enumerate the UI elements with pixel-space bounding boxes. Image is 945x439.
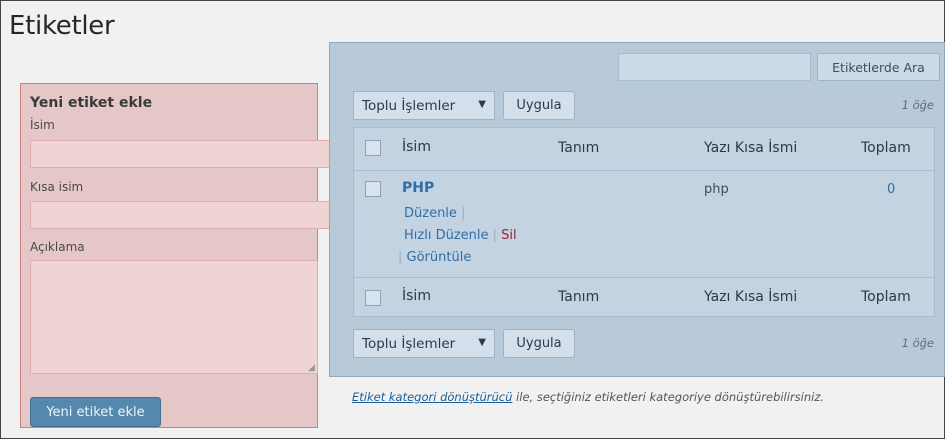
slug-input[interactable] — [30, 201, 330, 229]
description-textarea[interactable] — [30, 260, 318, 374]
resize-grip-icon[interactable]: ◢ — [308, 364, 315, 373]
tags-page: Etiketler Yeni etiket ekle İsim Kısa isi… — [0, 0, 945, 439]
edit-link[interactable]: Düzenle — [404, 206, 457, 221]
column-header-count[interactable]: Toplam — [861, 140, 911, 156]
column-header-description: Tanım — [558, 140, 600, 156]
row-actions-line-3: | Görüntüle — [398, 250, 471, 265]
view-link[interactable]: Görüntüle — [407, 250, 472, 265]
chevron-down-icon: ▼ — [478, 337, 486, 348]
select-all-checkbox-footer[interactable] — [365, 290, 381, 306]
chevron-down-icon: ▼ — [478, 99, 486, 110]
delete-link[interactable]: Sil — [501, 228, 516, 243]
bulk-actions-value: Toplu İşlemler — [362, 97, 456, 114]
select-all-checkbox[interactable] — [365, 140, 381, 156]
header-divider — [354, 170, 934, 171]
column-footer-count[interactable]: Toplam — [861, 289, 911, 305]
row-actions-line-1: Düzenle | — [404, 206, 465, 221]
page-title: Etiketler — [9, 11, 115, 41]
column-header-name[interactable]: İsim — [402, 139, 431, 155]
column-footer-slug[interactable]: Yazı Kısa İsmi — [704, 289, 797, 305]
bulk-actions-select-bottom[interactable]: Toplu İşlemler ▼ — [353, 329, 495, 358]
add-tag-heading: Yeni etiket ekle — [30, 95, 153, 111]
row-actions-line-2: Hızlı Düzenle | Sil — [404, 228, 517, 243]
search-input[interactable] — [618, 53, 811, 81]
column-footer-description: Tanım — [558, 289, 600, 305]
apply-button-top[interactable]: Uygula — [503, 91, 575, 120]
separator: | — [461, 206, 466, 221]
add-tag-button[interactable]: Yeni etiket ekle — [30, 397, 161, 427]
tag-count-link[interactable]: 0 — [887, 182, 895, 197]
bulk-actions-select-top[interactable]: Toplu İşlemler ▼ — [353, 91, 495, 120]
name-label: İsim — [30, 118, 55, 132]
separator: | — [492, 228, 502, 243]
tags-table: İsim Tanım Yazı Kısa İsmi Toplam PHP Düz… — [353, 127, 935, 317]
item-count-top: 1 öğe — [901, 98, 934, 112]
search-tags-button[interactable]: Etiketlerde Ara — [817, 53, 940, 81]
converter-note: Etiket kategori dönüştürücü ile, seçtiği… — [352, 390, 824, 404]
column-header-slug[interactable]: Yazı Kısa İsmi — [704, 140, 797, 156]
tag-name-link[interactable]: PHP — [402, 180, 434, 196]
apply-button-bottom[interactable]: Uygula — [503, 329, 575, 358]
slug-label: Kısa isim — [30, 180, 84, 194]
name-input[interactable] — [30, 140, 330, 168]
quick-edit-link[interactable]: Hızlı Düzenle — [404, 228, 489, 243]
tag-slug: php — [704, 182, 729, 197]
tag-list-panel: Etiketlerde Ara Toplu İşlemler ▼ Uygula … — [329, 42, 945, 377]
add-tag-form: Yeni etiket ekle İsim Kısa isim Açıklama… — [20, 83, 330, 428]
separator: | — [398, 250, 407, 265]
converter-note-text: ile, seçtiğiniz etiketleri kategoriye dö… — [512, 390, 825, 404]
row-checkbox[interactable] — [365, 181, 381, 197]
column-footer-name[interactable]: İsim — [402, 288, 431, 304]
item-count-bottom: 1 öğe — [901, 336, 934, 350]
bulk-actions-value: Toplu İşlemler — [362, 335, 456, 352]
footer-divider — [354, 277, 934, 278]
description-label: Açıklama — [30, 240, 85, 254]
tag-category-converter-link[interactable]: Etiket kategori dönüştürücü — [352, 390, 512, 404]
